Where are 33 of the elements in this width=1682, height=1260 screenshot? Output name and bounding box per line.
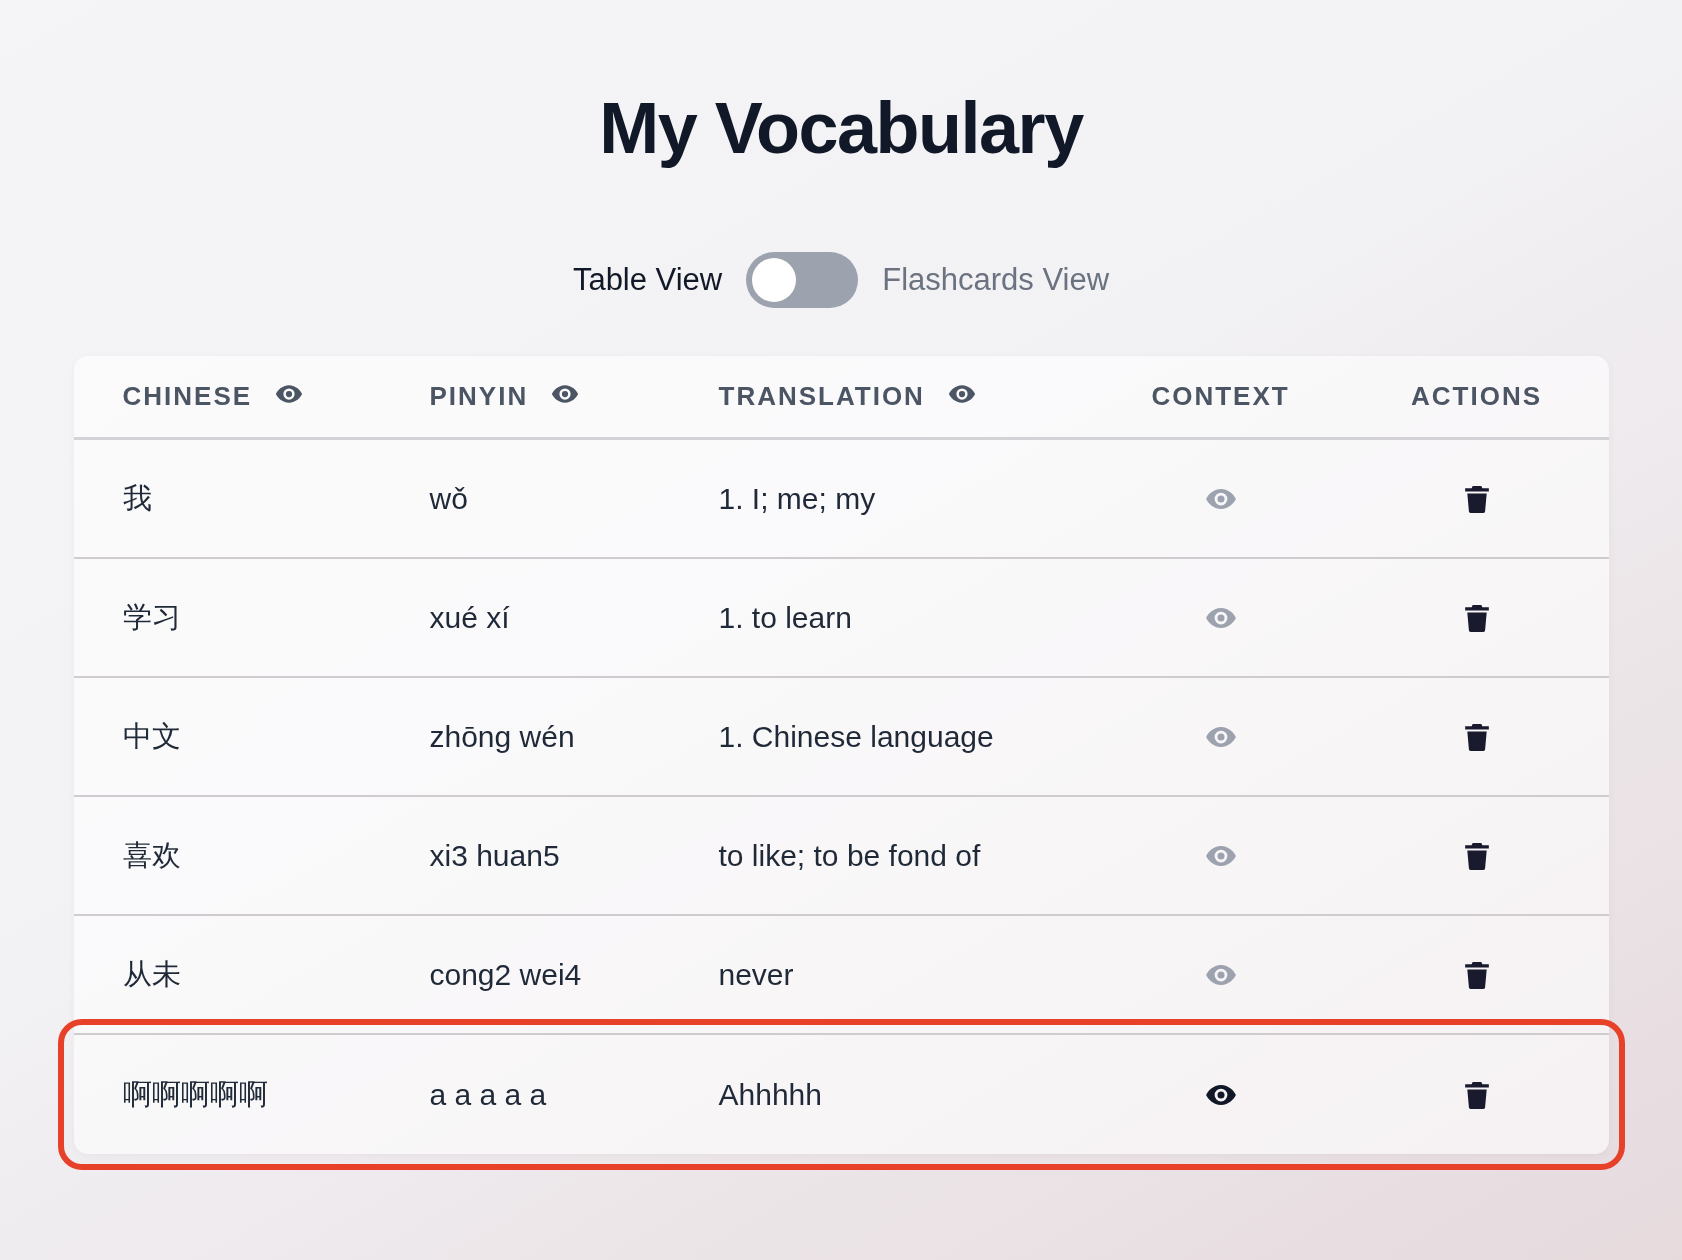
delete-icon[interactable]	[1463, 603, 1490, 632]
column-header: PINYIN	[429, 380, 529, 413]
pinyin-cell-text: zhōng wén	[429, 719, 575, 755]
toggle-label: Table View	[572, 260, 723, 299]
delete-icon[interactable]	[1463, 960, 1490, 989]
column-header: ACTIONS	[1411, 380, 1542, 413]
delete-icon[interactable]	[1463, 1080, 1490, 1109]
chinese-cell-text: 从未	[122, 956, 181, 992]
translation-cell-text: 1. I; me; my	[718, 481, 876, 517]
column-header: CHINESE	[122, 380, 253, 413]
chinese-cell-text: 啊啊啊啊啊	[122, 1076, 268, 1112]
chinese-cell-text: 我	[122, 480, 152, 516]
translation-cell-text: 1. to learn	[718, 600, 852, 636]
translation-cell-text: never	[718, 957, 794, 993]
page-title: My Vocabulary	[599, 87, 1083, 170]
translation-cell-text: to like; to be fond of	[718, 838, 981, 874]
delete-icon[interactable]	[1463, 841, 1490, 870]
column-header: TRANSLATION	[718, 380, 925, 413]
view-toggle-switch[interactable]	[746, 252, 859, 308]
delete-icon[interactable]	[1463, 722, 1490, 751]
translation-cell-text: Ahhhhh	[718, 1077, 822, 1113]
pinyin-cell-text: wǒ	[429, 481, 468, 517]
toggle-label: Flashcards View	[882, 260, 1110, 299]
delete-icon[interactable]	[1463, 484, 1490, 513]
pinyin-cell-text: xi3 huan5	[429, 838, 560, 874]
pinyin-cell-text: a a a a a	[429, 1077, 547, 1113]
pinyin-cell-text: xué xí	[429, 600, 510, 636]
chinese-cell-text: 喜欢	[122, 837, 181, 873]
column-header: CONTEXT	[1151, 380, 1290, 413]
chinese-cell-text: 中文	[122, 718, 181, 754]
translation-cell-text: 1. Chinese language	[718, 719, 994, 755]
pinyin-cell-text: cong2 wei4	[429, 957, 582, 993]
chinese-cell-text: 学习	[122, 599, 181, 635]
